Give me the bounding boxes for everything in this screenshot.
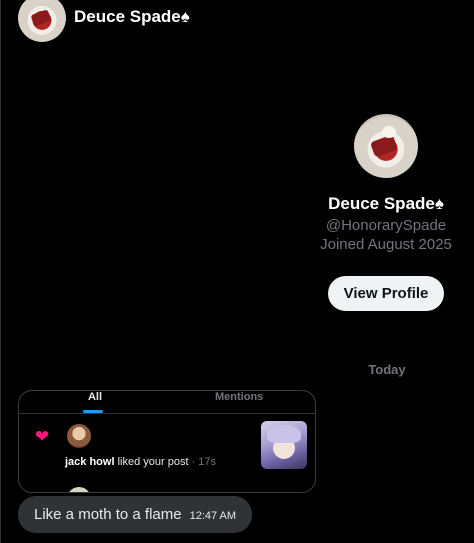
message-bubble[interactable]: Like a moth to a flame 12:47 AM (18, 496, 253, 533)
image-tabs: All Mentions (19, 391, 315, 414)
notification-avatar (67, 424, 91, 448)
message-text: Like a moth to a flame (34, 506, 182, 523)
heart-icon: ❤ (35, 427, 50, 446)
profile-name: Deuce Spade♠ (328, 194, 444, 213)
tab-mentions: Mentions (215, 391, 264, 403)
profile-joined-date: Joined August 2025 (320, 236, 452, 253)
header-avatar[interactable] (18, 0, 66, 42)
notification-action: liked your post (114, 456, 189, 468)
active-tab-indicator (83, 410, 103, 413)
view-profile-button[interactable]: View Profile (327, 276, 445, 311)
notification-text: jack howl liked your post · 17s (65, 456, 216, 468)
notification-user: jack howl (65, 456, 115, 468)
post-thumbnail (261, 421, 307, 469)
next-notification-avatar (67, 487, 91, 492)
panel-divider (0, 0, 1, 543)
tab-all: All (87, 391, 103, 403)
profile-avatar[interactable] (354, 114, 418, 178)
date-divider: Today (368, 362, 406, 377)
profile-handle: @HonorarySpade (325, 217, 447, 234)
header-name[interactable]: Deuce Spade♠ (74, 7, 190, 27)
profile-card: Deuce Spade♠ @HonorarySpade Joined Augus… (300, 114, 472, 311)
message-time: 12:47 AM (189, 510, 237, 522)
notification-time: · 17s (188, 456, 217, 468)
shared-image-message[interactable]: All Mentions ❤ jack howl liked your post… (18, 390, 316, 493)
